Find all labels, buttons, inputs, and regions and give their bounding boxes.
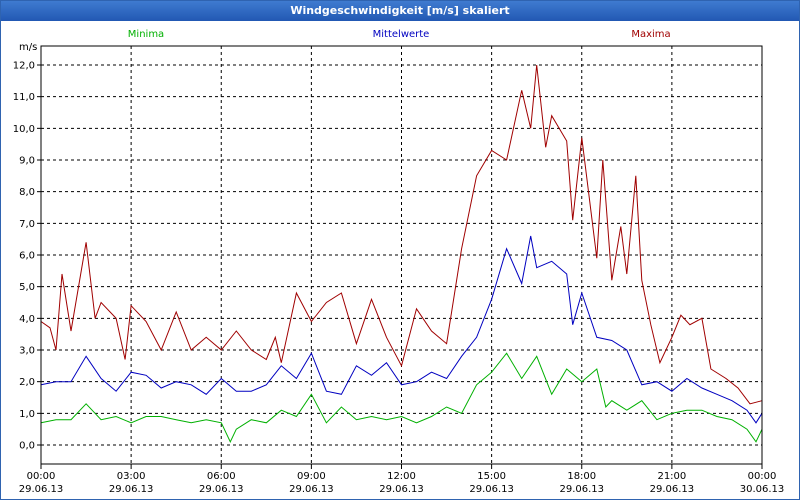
series-lines (40, 64, 763, 443)
x-tick-date: 30.06.13 (740, 484, 785, 495)
y-tick-label: 1,0 (19, 409, 35, 420)
x-tick-date: 29.06.13 (379, 484, 424, 495)
y-tick-label: 7,0 (19, 219, 35, 230)
x-tick-date: 29.06.13 (199, 484, 244, 495)
x-tick-time: 12:00 (387, 471, 416, 482)
y-axis-label: m/s (19, 42, 37, 53)
x-tick-labels: 00:00 29.06.13 03:00 29.06.13 06:00 29.06.13 0… (19, 464, 785, 495)
y-tick-label: 6,0 (19, 251, 35, 262)
y-tick-label: 5,0 (19, 282, 35, 293)
x-tick-time: 21:00 (657, 471, 686, 482)
x-tick-date: 29.06.13 (289, 484, 334, 495)
x-tick-time: 09:00 (297, 471, 326, 482)
y-tick-label: 10,0 (13, 124, 35, 135)
y-tick-label: 3,0 (19, 346, 35, 357)
y-tick-label: 4,0 (19, 314, 35, 325)
y-tick-labels: 0,0 1,0 2,0 3,0 4,0 5,0 6,0 7,0 8,0 9,0 10,0 11,0 12… (13, 61, 41, 452)
y-tick-label: 8,0 (19, 187, 35, 198)
legend: Minima Mittelwerte Maxima (128, 29, 671, 40)
x-tick-time: 15:00 (477, 471, 506, 482)
y-tick-label: 12,0 (13, 61, 35, 72)
x-tick-date: 29.06.13 (19, 484, 64, 495)
y-tick-label: 11,0 (13, 92, 35, 103)
x-tick-time: 00:00 (748, 471, 777, 482)
grid (41, 46, 762, 464)
y-tick-label: 2,0 (19, 377, 35, 388)
legend-mittelwerte: Mittelwerte (373, 29, 430, 40)
x-tick-time: 00:00 (27, 471, 56, 482)
x-tick-date: 29.06.13 (559, 484, 604, 495)
y-tick-label: 9,0 (19, 156, 35, 167)
x-tick-time: 18:00 (567, 471, 596, 482)
x-tick-date: 29.06.13 (109, 484, 154, 495)
legend-maxima: Maxima (631, 29, 670, 40)
x-tick-date: 29.06.13 (650, 484, 695, 495)
x-tick-time: 03:00 (117, 471, 146, 482)
legend-minima: Minima (128, 29, 164, 40)
window-title: Windgeschwindigkeit [m/s] skaliert (1, 1, 799, 21)
x-tick-date: 29.06.13 (469, 484, 514, 495)
x-tick-time: 06:00 (207, 471, 236, 482)
chart-window: Windgeschwindigkeit [m/s] skaliert Minim… (0, 0, 800, 500)
wind-speed-chart: Minima Mittelwerte Maxima m/s 0,0 1,0 2,0 3… (13, 29, 785, 495)
y-tick-label: 0,0 (19, 441, 35, 452)
